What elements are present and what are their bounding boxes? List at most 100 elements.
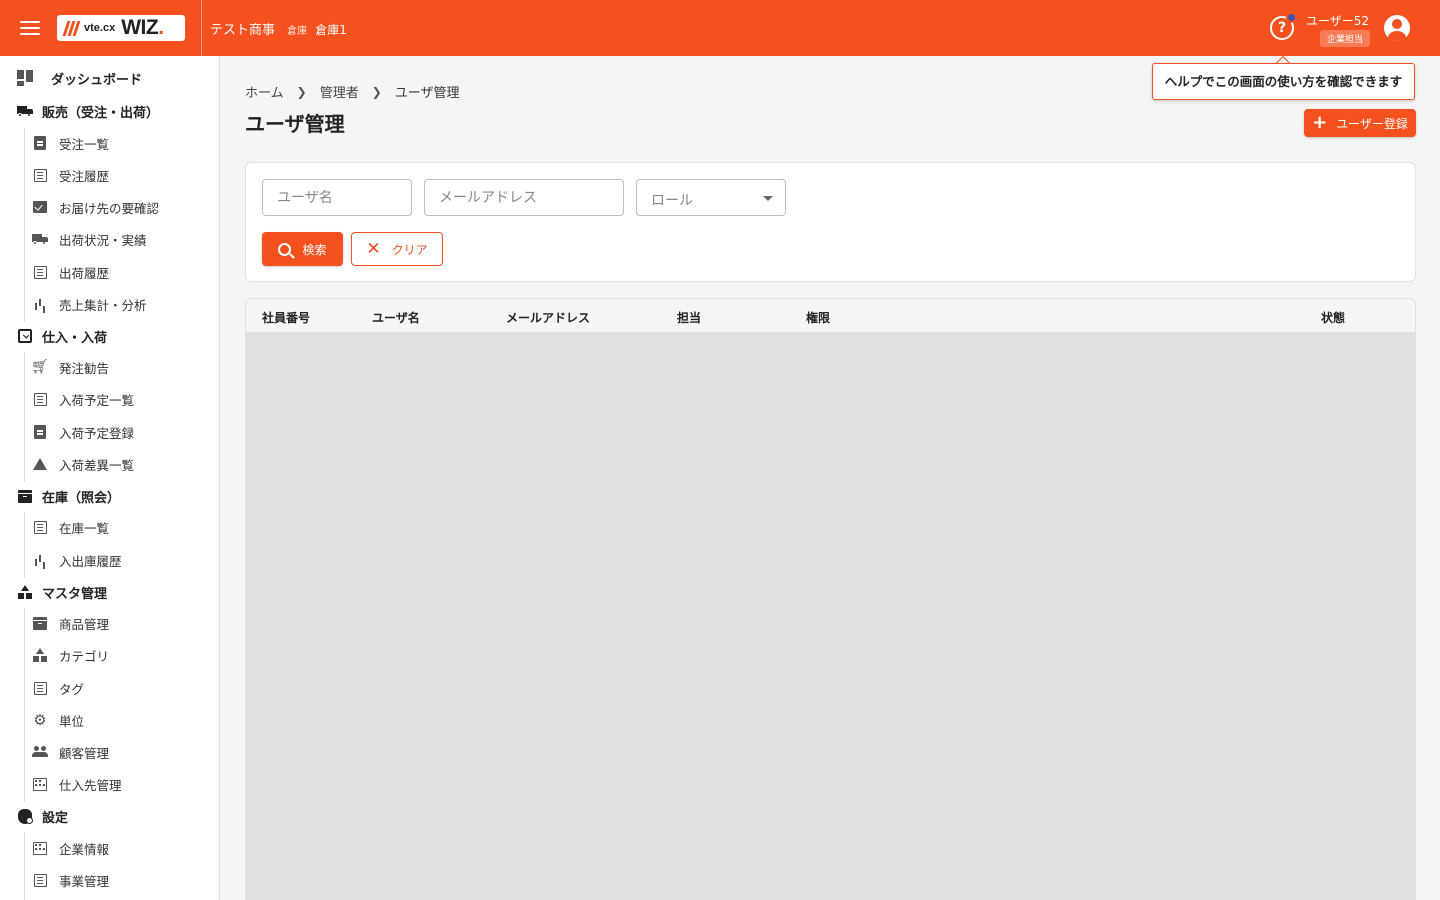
column-header-status[interactable]: 状態 xyxy=(1321,309,1345,326)
username-input[interactable] xyxy=(263,180,411,215)
inbox-icon xyxy=(16,327,34,345)
clear-button-label: クリア xyxy=(391,242,428,257)
role-select-value: ロール xyxy=(651,193,693,209)
bar-chart-icon xyxy=(32,296,48,312)
dropdown-arrow-icon xyxy=(763,196,773,201)
sidebar-item-products[interactable]: 商品管理 xyxy=(32,611,109,635)
sidebar-group-label: 仕入・入荷 xyxy=(42,330,108,346)
list-icon xyxy=(32,680,48,696)
sidebar-item-sales-analysis[interactable]: 売上集計・分析 xyxy=(32,292,147,316)
sidebar-group-label: マスタ管理 xyxy=(42,586,108,602)
sidebar-item-shipping-history[interactable]: 出荷履歴 xyxy=(32,260,109,284)
sidebar-item-company-info[interactable]: 企業情報 xyxy=(32,836,109,860)
sidebar-item-label: 入荷予定登録 xyxy=(59,425,135,441)
sidebar-guide xyxy=(24,608,25,802)
sidebar-item-label: 出荷履歴 xyxy=(59,265,110,281)
truck-icon xyxy=(32,231,48,247)
sidebar-item-label: 売上集計・分析 xyxy=(59,297,147,313)
email-field xyxy=(424,179,624,216)
user-role-badge: 企業担当 xyxy=(1320,30,1371,47)
email-input[interactable] xyxy=(425,180,623,215)
truck-icon xyxy=(16,102,34,120)
sidebar-item-units[interactable]: ⚙ 単位 xyxy=(32,708,84,732)
company-name: テスト商事 xyxy=(210,23,276,38)
role-select[interactable]: ロール xyxy=(636,179,786,216)
sidebar-guide xyxy=(24,512,25,578)
sidebar-item-purchase-advice[interactable]: 🛒︎ 発注勧告 xyxy=(31,355,110,379)
bar-chart-icon xyxy=(32,552,48,568)
logo-small-text: vte.cx xyxy=(84,22,116,34)
sidebar-group-master[interactable]: マスタ管理 xyxy=(16,580,107,604)
people-icon xyxy=(32,744,48,760)
sidebar-item-label: 受注履歴 xyxy=(59,168,110,184)
sidebar-item-arrival-diff[interactable]: 入荷差異一覧 xyxy=(32,452,134,476)
sidebar-item-stock-list[interactable]: 在庫一覧 xyxy=(32,515,109,539)
sidebar-group-label: 設定 xyxy=(42,810,69,826)
archive-icon xyxy=(32,615,48,631)
company-info: テスト商事 倉庫 倉庫1 xyxy=(210,19,347,38)
sidebar-item-stock-history[interactable]: 入出庫履歴 xyxy=(32,548,122,572)
help-tooltip: ヘルプでこの画面の使い方を確認できます xyxy=(1152,63,1415,100)
sidebar-item-categories[interactable]: カテゴリ xyxy=(32,643,109,667)
sidebar-item-label: お届け先の要確認 xyxy=(59,200,160,216)
sidebar-group-settings[interactable]: 設定 xyxy=(16,804,68,828)
sidebar-group-sales[interactable]: 販売（受注・出荷） xyxy=(16,99,159,123)
breadcrumb-home[interactable]: ホーム xyxy=(245,82,284,101)
search-button[interactable]: 検索 xyxy=(262,232,343,266)
column-header-email[interactable]: メールアドレス xyxy=(506,309,590,326)
logo-mark-icon xyxy=(62,20,81,36)
list-icon xyxy=(32,391,48,407)
breadcrumb: ホーム ❯ 管理者 ❯ ユーザ管理 xyxy=(245,82,460,102)
sidebar-guide xyxy=(24,832,25,900)
logo[interactable]: vte.cx WIZ. xyxy=(57,15,185,41)
sidebar-item-label: 単位 xyxy=(59,713,85,729)
sidebar-group-label: 販売（受注・出荷） xyxy=(42,105,160,121)
breadcrumb-current: ユーザ管理 xyxy=(394,86,460,101)
sidebar-item-customers[interactable]: 顧客管理 xyxy=(32,740,109,764)
sidebar-group-stock[interactable]: 在庫（照会） xyxy=(16,484,120,508)
sidebar-item-suppliers[interactable]: 仕入先管理 xyxy=(32,772,122,796)
sidebar-item-label: 商品管理 xyxy=(59,616,110,632)
sidebar-item-dashboard[interactable]: ダッシュボード xyxy=(16,66,142,90)
sidebar-item-arrival-register[interactable]: 入荷予定登録 xyxy=(32,420,134,444)
clipboard-icon xyxy=(32,135,48,151)
shapes-icon xyxy=(16,583,34,601)
sidebar-item-shipping-status[interactable]: 出荷状況・実績 xyxy=(32,227,147,251)
sidebar-item-orders[interactable]: 受注一覧 xyxy=(32,131,109,155)
sidebar-item-arrival-list[interactable]: 入荷予定一覧 xyxy=(32,387,134,411)
column-header-employee-id[interactable]: 社員番号 xyxy=(262,309,310,326)
username-field xyxy=(262,179,412,216)
column-header-permission[interactable]: 権限 xyxy=(806,309,830,326)
add-user-button[interactable]: + ユーザー登録 xyxy=(1304,109,1416,137)
sidebar-item-label: 発注勧告 xyxy=(59,360,110,376)
account-icon[interactable] xyxy=(1384,15,1410,41)
sidebar-item-label: 出荷状況・実績 xyxy=(59,232,147,248)
sidebar-item-label: 入荷差異一覧 xyxy=(59,457,135,473)
shapes-icon xyxy=(32,647,48,663)
column-header-username[interactable]: ユーザ名 xyxy=(372,309,420,326)
table-header: 社員番号 ユーザ名 メールアドレス 担当 権限 状態 xyxy=(246,299,1415,333)
sidebar-item-label: 仕入先管理 xyxy=(59,777,122,793)
breadcrumb-admin[interactable]: 管理者 xyxy=(320,82,359,101)
plus-icon: + xyxy=(1312,112,1328,133)
clear-button[interactable]: ✕ クリア xyxy=(351,232,443,266)
user-name: ユーザー52 xyxy=(1306,14,1370,28)
sidebar-item-label: タグ xyxy=(59,681,85,697)
sidebar-group-label: 在庫（照会） xyxy=(42,490,121,506)
sidebar-item-business[interactable]: 事業管理 xyxy=(32,868,109,892)
menu-icon[interactable] xyxy=(20,18,40,38)
sidebar-guide xyxy=(24,352,25,482)
sidebar-item-delivery-check[interactable]: お届け先の要確認 xyxy=(32,195,159,219)
filter-panel: ロール 検索 ✕ クリア xyxy=(245,162,1416,282)
sidebar-group-purchase[interactable]: 仕入・入荷 xyxy=(16,324,107,348)
sidebar-item-tags[interactable]: タグ xyxy=(32,676,84,700)
sidebar-guide xyxy=(24,128,25,322)
header-divider xyxy=(201,0,202,56)
list-icon xyxy=(32,519,48,535)
sidebar-item-order-history[interactable]: 受注履歴 xyxy=(32,163,109,187)
column-header-assignee[interactable]: 担当 xyxy=(677,309,701,326)
building-icon xyxy=(32,840,48,856)
notification-dot xyxy=(1286,12,1297,23)
add-user-label: ユーザー登録 xyxy=(1336,116,1408,131)
warning-icon xyxy=(32,456,48,472)
